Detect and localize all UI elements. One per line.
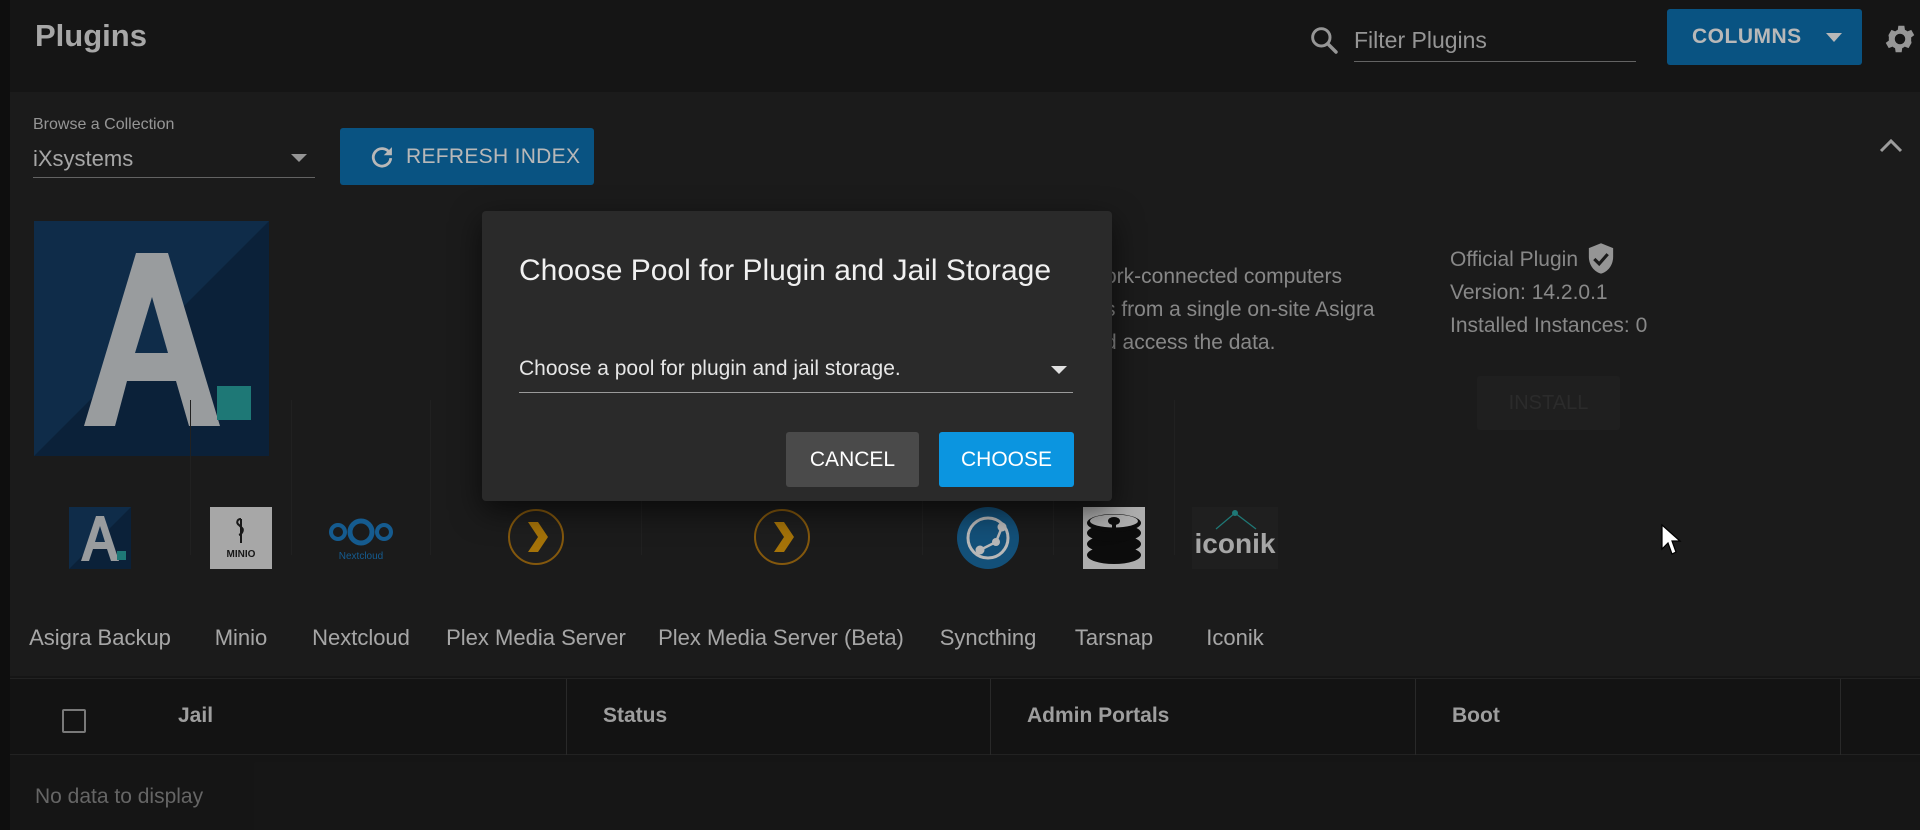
choose-button[interactable]: CHOOSE — [939, 432, 1074, 487]
mouse-cursor-icon — [1661, 523, 1682, 555]
cancel-button[interactable]: CANCEL — [786, 432, 919, 487]
pool-select-placeholder: Choose a pool for plugin and jail storag… — [519, 357, 901, 380]
choose-pool-dialog: Choose Pool for Plugin and Jail Storage … — [482, 211, 1112, 501]
dropdown-arrow-icon — [1051, 366, 1067, 374]
dialog-title: Choose Pool for Plugin and Jail Storage — [519, 254, 1052, 287]
pool-select[interactable]: Choose a pool for plugin and jail storag… — [519, 349, 1073, 393]
